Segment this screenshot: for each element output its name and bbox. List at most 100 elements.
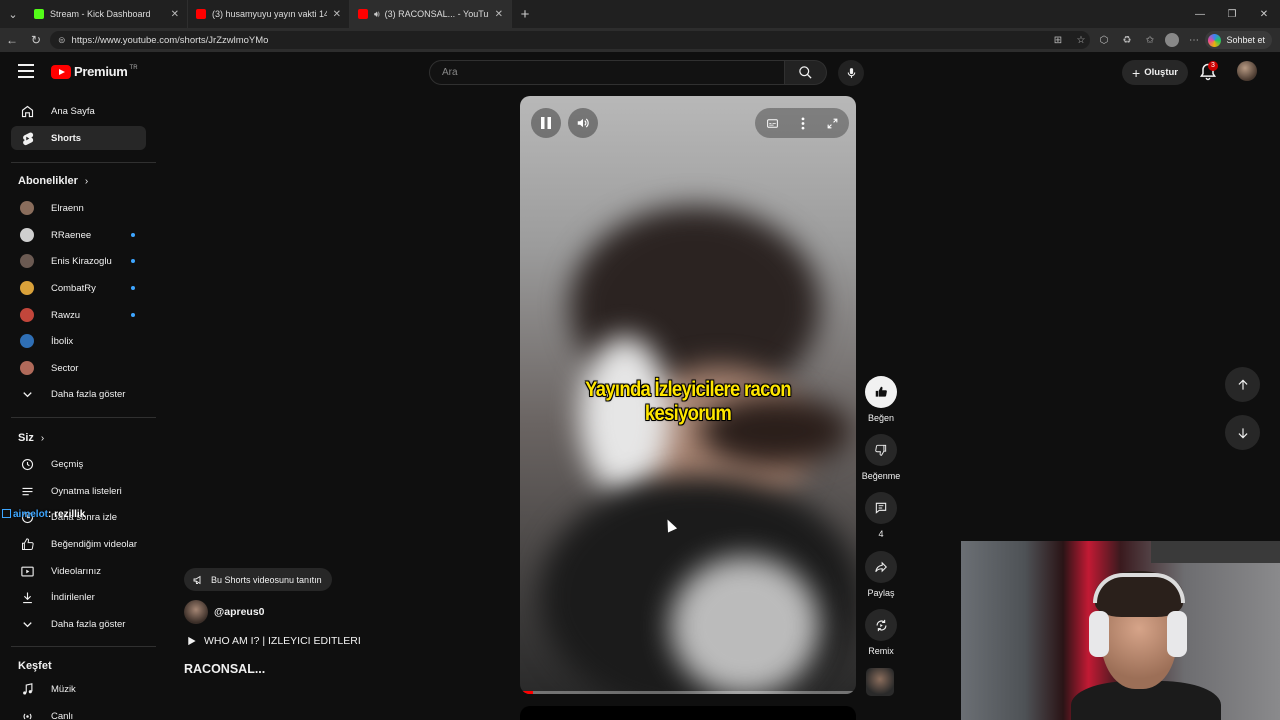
close-tab-icon[interactable]: ✕ [495,9,503,20]
favorite-star-icon[interactable]: ☆ [1073,31,1089,49]
browser-tab[interactable]: Stream - Kick Dashboard ✕ [26,0,188,28]
new-tab-button[interactable]: + [512,6,538,23]
sidebar-item-channel[interactable]: Enis Kirazoglu [11,249,146,273]
back-icon[interactable]: ← [0,28,24,52]
browser-tab-bar: ⌄ Stream - Kick Dashboard ✕ (3) husamyuy… [0,0,1280,28]
browser-tab-active[interactable]: 🔊︎ (3) RACONSAL... - YouTube ✕ [350,0,512,28]
tab-actions-icon[interactable]: ⌄ [0,0,26,28]
more-options-icon[interactable] [801,116,805,130]
headphones-right [1167,611,1187,657]
sidebar-item-music[interactable]: Müzik [11,677,146,701]
search-button[interactable] [785,60,827,85]
new-content-dot [131,313,135,317]
liked-icon [19,536,35,552]
more-icon[interactable]: ⋯ [1186,31,1202,49]
channel-avatar-icon [19,200,35,216]
app-available-icon[interactable]: ⊞ [1050,31,1066,49]
search-input[interactable]: Ara [429,60,785,85]
next-short-button[interactable] [1225,415,1260,450]
menu-icon[interactable] [18,64,34,78]
pause-button[interactable] [531,108,561,138]
channel-info[interactable]: @apreus0 [184,600,265,624]
short-title[interactable]: RACONSAL... [184,662,265,676]
create-label: Oluştur [1144,67,1178,78]
sidebar-item-channel[interactable]: CombatRy [11,276,146,300]
minimize-icon[interactable]: — [1184,0,1216,28]
comments-button[interactable]: 4 [861,492,901,539]
window-controls: — ❐ ✕ [1184,0,1280,28]
channel-avatar-icon [19,307,35,323]
like-label: Beğen [867,413,895,423]
youtube-premium-logo[interactable]: Premium TR [51,64,138,79]
sidebar-item-home[interactable]: Ana Sayfa [11,99,146,123]
youtube-favicon-icon [358,9,368,19]
sidebar-item-channel[interactable]: Sector [11,356,146,380]
playlist-link[interactable]: WHO AM I? | IZLEYICI EDITLERI [186,635,361,647]
remix-button[interactable]: Remix [861,609,901,656]
sound-source-thumbnail[interactable] [866,668,894,696]
chevron-down-icon [19,616,35,632]
sidebar-item-label: Videolarınız [51,565,101,577]
subscriptions-heading-label: Abonelikler [18,175,78,187]
promote-short-button[interactable]: Bu Shorts videosunu tanıtın [184,568,332,591]
channel-avatar-icon [19,280,35,296]
chevron-right-icon: › [84,175,89,187]
site-info-icon[interactable]: ⊜ [58,35,66,46]
like-button[interactable]: Beğen [861,376,901,423]
close-tab-icon[interactable]: ✕ [333,9,341,20]
dislike-button[interactable]: Beğenme [861,434,901,481]
channel-avatar[interactable] [184,600,208,624]
sidebar-item-channel[interactable]: RRaenee [11,223,146,247]
chat-badge-icon [2,509,11,518]
sidebar-item-downloads[interactable]: İndirilenler [11,585,146,609]
video-progress-bar[interactable] [520,691,856,694]
sidebar-item-playlists[interactable]: Oynatma listeleri [11,479,146,503]
restore-icon[interactable]: ❐ [1216,0,1248,28]
audio-playing-icon[interactable]: 🔊︎ [374,9,380,20]
captions-icon[interactable] [765,117,780,130]
favorites-icon[interactable]: ✩ [1142,31,1158,49]
playlist-title: WHO AM I? | IZLEYICI EDITLERI [204,635,361,647]
you-heading[interactable]: Siz › [18,432,44,444]
channel-handle[interactable]: @apreus0 [214,606,265,618]
like-icon [865,376,897,408]
voice-search-button[interactable] [838,60,864,86]
logo-region: TR [129,64,138,71]
arrow-down-icon [1238,427,1247,438]
sidebar-item-channel[interactable]: Rawzu [11,303,146,327]
previous-short-button[interactable] [1225,367,1260,402]
sidebar-item-your-videos[interactable]: Videolarınız [11,559,146,583]
youtube-favicon-icon [196,9,206,19]
search-placeholder: Ara [442,67,458,78]
subscriptions-heading[interactable]: Abonelikler › [18,175,88,187]
copilot-button[interactable]: Sohbet et [1205,31,1272,49]
account-avatar[interactable] [1237,61,1257,81]
url-field[interactable]: ⊜ https://www.youtube.com/shorts/JrZzwlm… [50,31,1090,49]
sidebar-item-label: Elraenn [51,202,84,214]
create-button[interactable]: + Oluştur [1122,60,1188,85]
extensions-icon[interactable]: ⬡ [1096,31,1112,49]
volume-button[interactable] [568,108,598,138]
browser-essentials-icon[interactable]: ♻ [1119,31,1135,49]
fullscreen-icon[interactable] [826,117,839,130]
dislike-icon [865,434,897,466]
sidebar-item-liked-videos[interactable]: Beğendiğim videolar [11,532,146,556]
reload-icon[interactable]: ↻ [24,28,48,52]
sidebar-item-shorts[interactable]: Shorts [11,126,146,150]
close-window-icon[interactable]: ✕ [1248,0,1280,28]
sidebar-item-label: Canlı [51,710,74,720]
sidebar-item-channel[interactable]: İbolix [11,329,146,353]
sidebar-item-label: Müzik [51,683,76,695]
shorts-video-player[interactable]: Yayında İzleyicilere racon kesiyorum [520,96,856,694]
sidebar-item-history[interactable]: Geçmiş [11,452,146,476]
share-button[interactable]: Paylaş [861,551,901,598]
sidebar-item-label: Geçmiş [51,458,84,470]
profile-icon[interactable] [1165,33,1179,47]
close-tab-icon[interactable]: ✕ [171,9,179,20]
sidebar-show-more-you[interactable]: Daha fazla göster [11,612,146,636]
sidebar-item-label: Ana Sayfa [51,105,95,117]
sidebar-item-channel[interactable]: Elraenn [11,196,146,220]
sidebar-item-live[interactable]: Canlı [11,704,146,720]
browser-tab[interactable]: (3) husamyuyu yayın vakti 14 - Yo ✕ [188,0,350,28]
sidebar-show-more-subscriptions[interactable]: Daha fazla göster [11,382,146,406]
